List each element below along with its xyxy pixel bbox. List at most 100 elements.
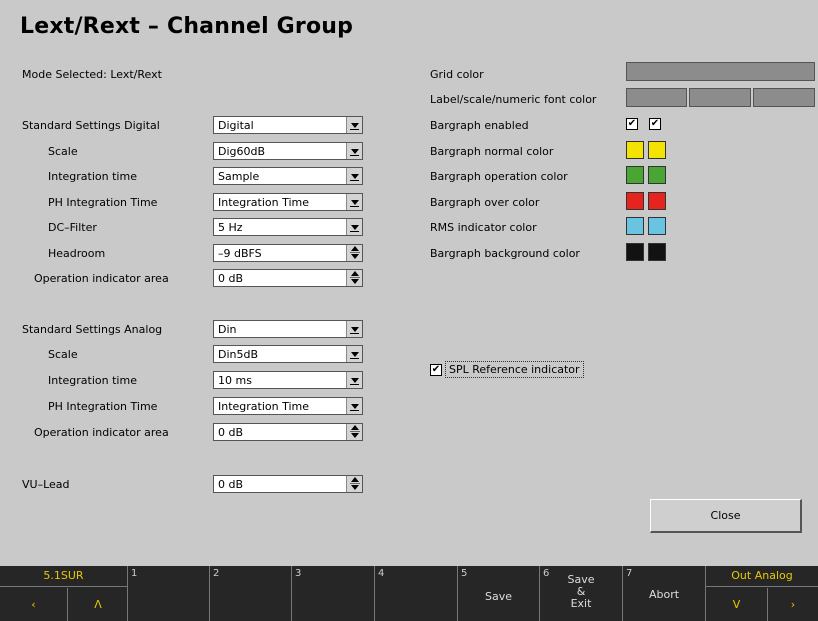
softkey-left-button[interactable]: ‹ — [0, 588, 68, 621]
softkey-number: 5 — [461, 568, 468, 579]
bargraph-operation-color-label: Bargraph operation color — [430, 170, 568, 183]
spinner-value: –9 dBFS — [218, 247, 262, 260]
softkey-down-button[interactable]: V — [706, 588, 768, 621]
background-color-swatch-2[interactable] — [648, 243, 666, 261]
softkey-up-button[interactable]: Λ — [68, 588, 128, 621]
softkey-8: Out Analog V › — [706, 566, 818, 621]
chevron-down-icon[interactable] — [346, 194, 362, 210]
dropdown-value: 10 ms — [218, 374, 252, 387]
digital-integration-label: Integration time — [48, 170, 137, 183]
analog-scale-dropdown[interactable]: Din5dB — [213, 345, 363, 363]
grid-color-label: Grid color — [430, 68, 484, 81]
analog-operation-indicator-label: Operation indicator area — [34, 426, 169, 439]
bargraph-enabled-checkbox-1[interactable]: ✔ — [626, 118, 638, 130]
softkey-number: 2 — [213, 568, 220, 579]
softkey-4[interactable]: 4 — [375, 566, 458, 621]
rms-color-swatch-2[interactable] — [648, 217, 666, 235]
chevron-down-icon[interactable] — [346, 372, 362, 388]
over-color-swatch-1[interactable] — [626, 192, 644, 210]
spinner-value: 0 dB — [218, 272, 244, 285]
softkey-abort[interactable]: 7 Abort — [623, 566, 706, 621]
bargraph-normal-color-label: Bargraph normal color — [430, 145, 554, 158]
analog-integration-dropdown[interactable]: 10 ms — [213, 371, 363, 389]
analog-scale-label: Scale — [48, 348, 78, 361]
softkey-2[interactable]: 2 — [210, 566, 292, 621]
softkey-number: 1 — [131, 568, 138, 579]
analog-integration-label: Integration time — [48, 374, 137, 387]
softkey-3[interactable]: 3 — [292, 566, 375, 621]
softkey-save-exit[interactable]: 6 Save & Exit — [540, 566, 623, 621]
background-color-swatch-1[interactable] — [626, 243, 644, 261]
analog-ph-label: PH Integration Time — [48, 400, 158, 413]
analog-ph-dropdown[interactable]: Integration Time — [213, 397, 363, 415]
spinner-arrows-icon[interactable] — [346, 476, 362, 492]
dropdown-value: Din5dB — [218, 348, 259, 361]
dropdown-value: Digital — [218, 119, 254, 132]
softkey-number: 4 — [378, 568, 385, 579]
digital-dc-filter-dropdown[interactable]: 5 Hz — [213, 218, 363, 236]
softkey-number: 3 — [295, 568, 302, 579]
page-title: Lext/Rext – Channel Group — [20, 14, 354, 39]
digital-operation-indicator-spinner[interactable]: 0 dB — [213, 269, 363, 287]
vu-lead-spinner[interactable]: 0 dB — [213, 475, 363, 493]
digital-standard-dropdown[interactable]: Digital — [213, 116, 363, 134]
chevron-down-icon[interactable] — [346, 219, 362, 235]
softkey-0: 5.1SUR ‹ Λ — [0, 566, 128, 621]
rms-color-swatch-1[interactable] — [626, 217, 644, 235]
spinner-arrows-icon[interactable] — [346, 245, 362, 261]
font-color-swatch-1[interactable] — [626, 88, 687, 107]
font-color-swatch-2[interactable] — [689, 88, 751, 107]
softkey-0-title: 5.1SUR — [43, 569, 84, 582]
abort-label: Abort — [648, 588, 680, 601]
chevron-down-icon[interactable] — [346, 117, 362, 133]
softkey-right-button[interactable]: › — [768, 588, 818, 621]
normal-color-swatch-1[interactable] — [626, 141, 644, 159]
digital-dc-filter-label: DC–Filter — [48, 221, 97, 234]
dropdown-value: Integration Time — [218, 196, 310, 209]
digital-ph-dropdown[interactable]: Integration Time — [213, 193, 363, 211]
chevron-down-icon[interactable] — [346, 143, 362, 159]
analog-standard-dropdown[interactable]: Din — [213, 320, 363, 338]
softkey-save[interactable]: 5 Save — [458, 566, 540, 621]
dropdown-value: Integration Time — [218, 400, 310, 413]
operation-color-swatch-1[interactable] — [626, 166, 644, 184]
softkey-bar: 5.1SUR ‹ Λ 1 2 3 4 5 Save 6 Save & Exit … — [0, 566, 818, 621]
bargraph-over-color-label: Bargraph over color — [430, 196, 540, 209]
analog-header-label: Standard Settings Analog — [22, 323, 163, 336]
font-color-swatch-3[interactable] — [753, 88, 815, 107]
font-color-label: Label/scale/numeric font color — [430, 93, 597, 106]
bargraph-enabled-label: Bargraph enabled — [430, 119, 529, 132]
save-exit-line3: Exit — [570, 597, 592, 610]
softkey-8-title: Out Analog — [731, 569, 793, 582]
digital-operation-indicator-label: Operation indicator area — [34, 272, 169, 285]
chevron-down-icon[interactable] — [346, 321, 362, 337]
digital-scale-dropdown[interactable]: Dig60dB — [213, 142, 363, 160]
normal-color-swatch-2[interactable] — [648, 141, 666, 159]
vu-lead-label: VU–Lead — [22, 478, 70, 491]
spl-reference-option[interactable]: ✔ SPL Reference indicator — [430, 359, 584, 378]
chevron-down-icon[interactable] — [346, 398, 362, 414]
digital-integration-dropdown[interactable]: Sample — [213, 167, 363, 185]
digital-scale-label: Scale — [48, 145, 78, 158]
dropdown-value: Dig60dB — [218, 145, 266, 158]
operation-color-swatch-2[interactable] — [648, 166, 666, 184]
analog-operation-indicator-spinner[interactable]: 0 dB — [213, 423, 363, 441]
spinner-value: 0 dB — [218, 426, 244, 439]
spl-reference-checkbox[interactable]: ✔ — [430, 363, 442, 376]
chevron-down-icon[interactable] — [346, 346, 362, 362]
save-label: Save — [484, 590, 512, 603]
grid-color-swatch[interactable] — [626, 62, 815, 81]
digital-header-label: Standard Settings Digital — [22, 119, 160, 132]
bargraph-background-color-label: Bargraph background color — [430, 247, 580, 260]
chevron-down-icon[interactable] — [346, 168, 362, 184]
close-button[interactable]: Close — [650, 499, 802, 533]
softkey-1[interactable]: 1 — [128, 566, 210, 621]
spinner-arrows-icon[interactable] — [346, 424, 362, 440]
over-color-swatch-2[interactable] — [648, 192, 666, 210]
spinner-arrows-icon[interactable] — [346, 270, 362, 286]
bargraph-enabled-checkbox-2[interactable]: ✔ — [649, 118, 661, 130]
mode-selected-text: Mode Selected: Lext/Rext — [22, 68, 162, 81]
dropdown-value: Din — [218, 323, 237, 336]
digital-headroom-spinner[interactable]: –9 dBFS — [213, 244, 363, 262]
softkey-number: 7 — [626, 568, 633, 579]
